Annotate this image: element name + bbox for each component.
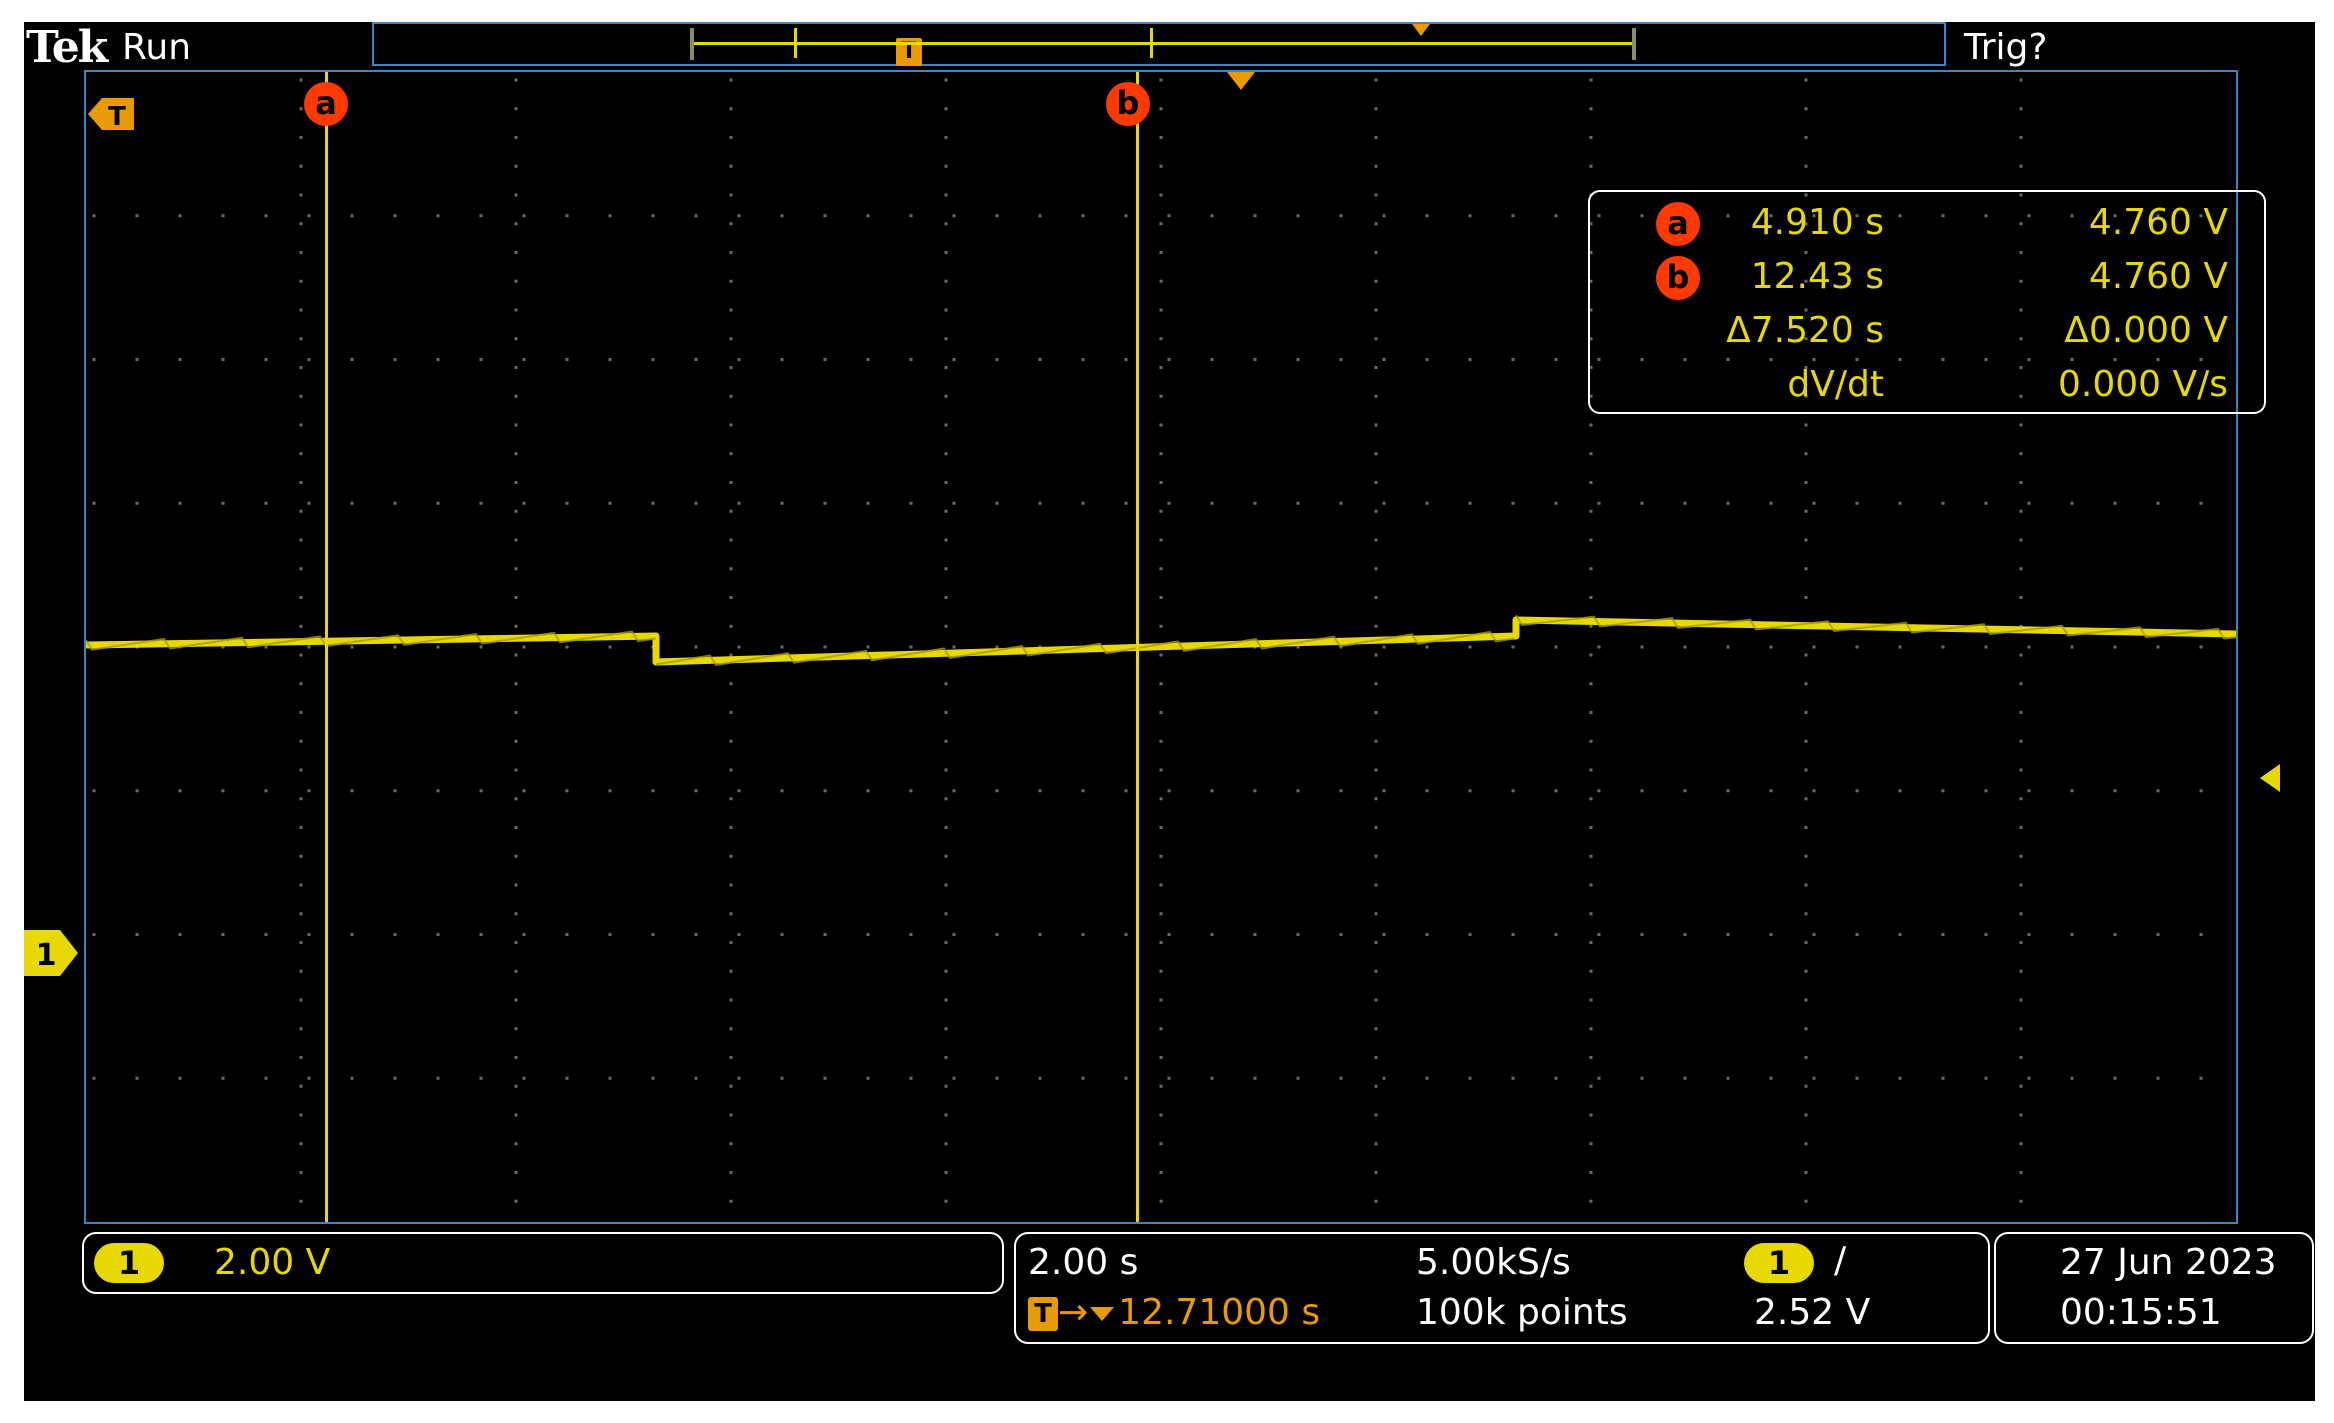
trigger-source-badge: 1 [1744,1243,1814,1283]
channel-1-ground-label: 1 [36,938,57,973]
readout-row-a: a 4.910 s 4.760 V [1590,198,2264,248]
rate-value: 0.000 V/s [2057,364,2228,405]
timebase-panel[interactable]: 2.00 s 5.00kS/s 1 / T → 12.71000 s 100k po… [1014,1232,1990,1344]
channel-1-scale: 2.00 V [214,1242,331,1283]
cursor-b-voltage: 4.760 V [2088,256,2228,297]
trigger-position-marker-icon[interactable] [1227,72,1255,90]
sample-rate: 5.00kS/s [1416,1242,1571,1283]
brand-logo: Tek [26,22,108,73]
datetime-panel: 27 Jun 2023 00:15:51 [1994,1232,2314,1344]
readout-row-b: b 12.43 s 4.760 V [1590,252,2264,302]
readout-row-delta: Δ7.520 s Δ0.000 V [1590,306,2264,356]
cursor-readout-panel: a 4.910 s 4.760 V b 12.43 s 4.760 V Δ7.5… [1588,190,2266,414]
channel-1-ground-marker-icon[interactable]: 1 [24,930,78,976]
time: 00:15:51 [2060,1292,2222,1333]
readout-row-rate: dV/dt 0.000 V/s [1590,360,2264,410]
cursor-b-time: 12.43 s [1750,256,1884,297]
channel-1-badge: 1 [94,1243,164,1283]
trigger-slope-rising-icon: / [1834,1240,1847,1281]
cursor-b-line[interactable] [1136,72,1139,1222]
overview-cursor-b-tick [1150,28,1153,58]
trigger-level: 2.52 V [1754,1292,1871,1333]
trigger-delay-readout: T → 12.71000 s [1028,1290,1320,1336]
record-overview-bar[interactable]: T [372,22,1946,66]
delta-voltage: Δ0.000 V [2064,310,2228,351]
rate-label: dV/dt [1787,364,1884,405]
horizontal-scale: 2.00 s [1028,1242,1139,1283]
cursor-a-badge[interactable]: a [304,82,348,126]
cursor-b-badge[interactable]: b [1106,82,1150,126]
cursor-a-line[interactable] [325,72,328,1222]
trigger-level-marker-icon[interactable] [2260,764,2280,792]
record-length: 100k points [1416,1292,1628,1333]
trigger-state: Trig? [1964,27,2048,68]
channel-1-panel[interactable]: 1 2.00 V [82,1232,1004,1294]
trigger-delay: 12.71000 s [1118,1292,1321,1333]
cursor-a-voltage: 4.760 V [2088,202,2228,243]
trigger-position-label: T [108,102,126,132]
overview-waveform-line [694,42,1632,45]
trigger-down-marker-icon [1090,1307,1115,1321]
oscilloscope-screen: Tek Run T Trig? T a b a 4.910 s 4.760 V … [24,22,2315,1401]
overview-trigger-marker-icon [1412,24,1430,36]
overview-cursor-a-tick [794,28,797,58]
delta-time: Δ7.520 s [1726,310,1884,351]
arrow-right-icon: → [1058,1292,1089,1333]
acquisition-status[interactable]: Run [122,28,191,68]
cursor-a-time: 4.910 s [1750,202,1884,243]
trigger-position-icon[interactable]: T [88,94,134,134]
date: 27 Jun 2023 [2060,1242,2277,1283]
overview-view-window[interactable] [690,24,1636,60]
trigger-delay-t-icon: T [1028,1297,1058,1331]
waveform-graticule[interactable]: T a b a 4.910 s 4.760 V b 12.43 s 4.760 … [84,70,2280,1224]
